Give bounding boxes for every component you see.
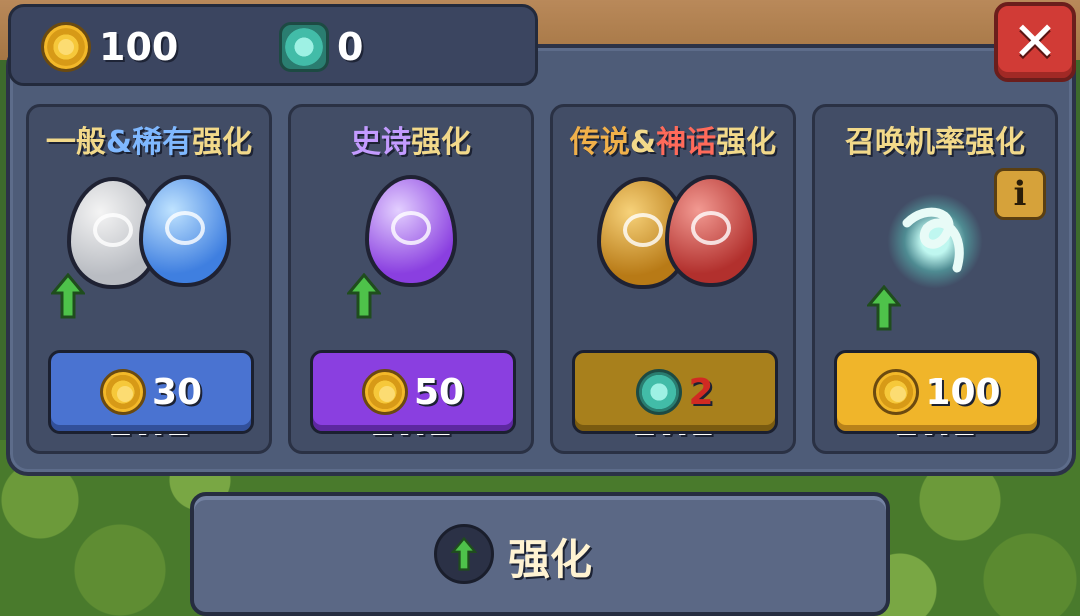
title-ampersand: & [629, 125, 657, 160]
cost-value: 2 [688, 371, 714, 413]
egg-emblem [391, 211, 431, 245]
clover-gem-icon [279, 22, 329, 72]
rare-egg-icon [139, 175, 231, 287]
card-title: 传说&神话强化 [553, 117, 793, 161]
coin-balance: 100 [41, 22, 179, 72]
coin-icon [873, 369, 920, 415]
upgrade-arrow-icon [434, 524, 494, 584]
clover-balance: 0 [279, 22, 364, 72]
upgrade-button[interactable]: 强化 [190, 492, 890, 616]
egg-emblem [165, 211, 205, 245]
egg-emblem [691, 211, 731, 245]
clover-count: 0 [337, 25, 364, 69]
buy-button-common-rare[interactable]: 30 [48, 350, 254, 434]
buy-button-summon-rate[interactable]: 100 [834, 350, 1040, 434]
myth-egg-icon [665, 175, 757, 287]
upgrade-arrow-icon [49, 272, 87, 319]
upgrade-arrow-icon [865, 284, 903, 331]
info-button[interactable]: i [994, 168, 1046, 220]
title-rare: 稀有 [132, 125, 193, 160]
coin-icon [361, 369, 408, 415]
currency-bar: 100 0 [8, 4, 538, 86]
title-upgrade: 强化 [192, 125, 253, 160]
cost-value: 50 [413, 371, 465, 413]
epic-egg-icon [365, 175, 457, 287]
card-title: 召唤机率强化 [815, 117, 1055, 161]
card-title: 史诗强化 [291, 117, 531, 161]
cost-value: 30 [151, 371, 203, 413]
close-icon: ✕ [1012, 10, 1058, 73]
title-ampersand: & [105, 125, 133, 160]
title-myth: 神话 [656, 125, 717, 160]
close-button[interactable]: ✕ [994, 2, 1076, 82]
title-common: 一般 [45, 125, 106, 160]
title-upgrade: 强化 [716, 125, 777, 160]
title-epic: 史诗 [351, 125, 411, 160]
coin-count: 100 [99, 25, 179, 69]
clover-gem-icon [636, 369, 683, 415]
coin-icon [41, 22, 91, 72]
title-upgrade: 强化 [411, 125, 471, 160]
upgrade-button-label: 强化 [508, 535, 593, 584]
card-title: 一般&稀有强化 [29, 117, 269, 161]
egg-emblem [93, 213, 133, 247]
cost-value: 100 [925, 371, 1001, 413]
upgrade-arrow-icon [345, 272, 383, 319]
buy-button-epic[interactable]: 50 [310, 350, 516, 434]
coin-icon [99, 369, 146, 415]
buy-button-legend-myth[interactable]: 2 [572, 350, 778, 434]
title-summon-rate: 召唤机率强化 [845, 125, 1025, 160]
title-legend: 传说 [569, 125, 630, 160]
egg-emblem [623, 213, 663, 247]
summon-symbol-icon [887, 193, 983, 289]
